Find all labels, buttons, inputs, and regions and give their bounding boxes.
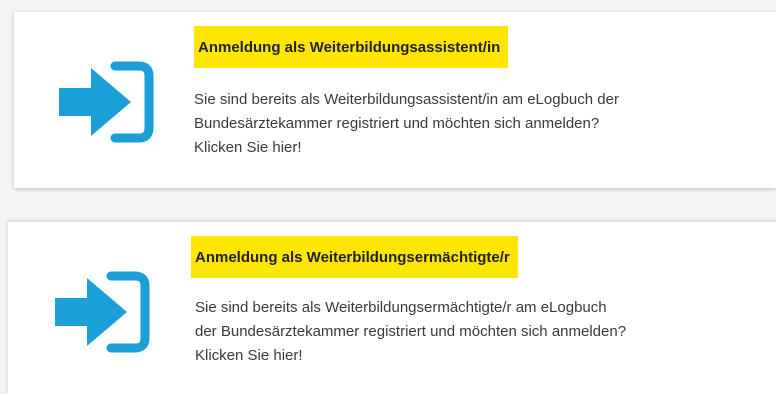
- card-text-line: Sie sind bereits als Weiterbildungsermäc…: [195, 299, 607, 316]
- login-card-assistant[interactable]: Anmeldung als Weiterbildungsassistent/in…: [14, 12, 776, 188]
- click-here-link[interactable]: Klicken Sie hier!: [194, 136, 769, 160]
- login-arrow-icon: [49, 268, 153, 356]
- card-description-supervisor: Sie sind bereits als Weiterbildungsermäc…: [195, 296, 770, 368]
- login-arrow-icon: [53, 58, 157, 146]
- card-title-supervisor[interactable]: Anmeldung als Weiterbildungsermächtigte/…: [191, 236, 518, 278]
- login-card-supervisor[interactable]: Anmeldung als Weiterbildungsermächtigte/…: [8, 222, 776, 394]
- click-here-link[interactable]: Klicken Sie hier!: [195, 344, 770, 368]
- card-title-assistant[interactable]: Anmeldung als Weiterbildungsassistent/in: [194, 26, 509, 68]
- card-text-line: der Bundesärztekammer registriert und mö…: [195, 323, 627, 340]
- card-text-line: Sie sind bereits als Weiterbildungsassis…: [194, 91, 619, 108]
- card-description-assistant: Sie sind bereits als Weiterbildungsassis…: [194, 88, 769, 160]
- card-text-line: Bundesärztekammer registriert und möchte…: [194, 115, 600, 132]
